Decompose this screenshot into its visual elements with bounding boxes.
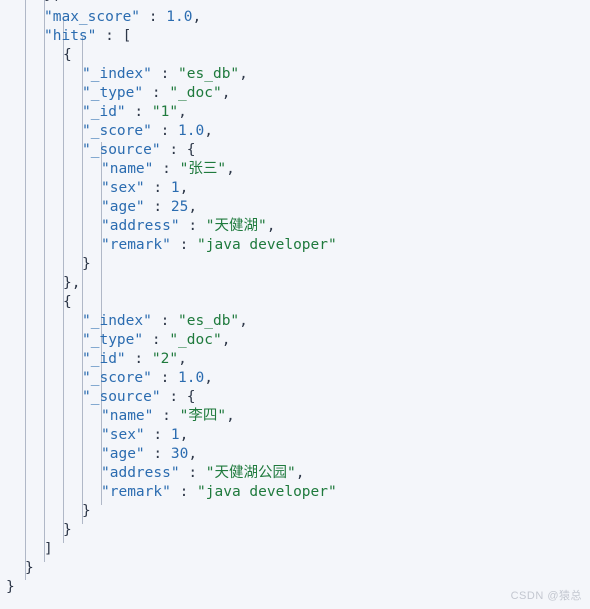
code-line[interactable]: "max_score" : 1.0,	[0, 8, 590, 27]
code-line[interactable]: }	[0, 502, 590, 521]
code-line[interactable]: "age" : 25,	[0, 198, 590, 217]
code-line[interactable]: "sex" : 1,	[0, 179, 590, 198]
code-line[interactable]: "_id" : "2",	[0, 350, 590, 369]
code-line[interactable]: "_type" : "_doc",	[0, 331, 590, 350]
code-line[interactable]: },	[0, 274, 590, 293]
code-line[interactable]: {	[0, 293, 590, 312]
code-line[interactable]: "_source" : {	[0, 388, 590, 407]
code-line[interactable]: "_type" : "_doc",	[0, 84, 590, 103]
code-line[interactable]: "name" : "张三",	[0, 160, 590, 179]
code-line[interactable]: "remark" : "java developer"	[0, 236, 590, 255]
code-line[interactable]: },	[0, 0, 590, 8]
code-line[interactable]: "address" : "天健湖公园",	[0, 464, 590, 483]
code-line[interactable]: }	[0, 559, 590, 578]
code-line[interactable]: "address" : "天健湖",	[0, 217, 590, 236]
csdn-watermark: CSDN @猿总	[510, 590, 582, 602]
code-line[interactable]: "age" : 30,	[0, 445, 590, 464]
code-line[interactable]: }	[0, 521, 590, 540]
json-code-viewer[interactable]: },"max_score" : 1.0,"hits" : [{"_index" …	[0, 0, 590, 609]
code-line[interactable]: "name" : "李四",	[0, 407, 590, 426]
code-line[interactable]: "_index" : "es_db",	[0, 65, 590, 84]
code-line[interactable]: "_source" : {	[0, 141, 590, 160]
code-line[interactable]: {	[0, 46, 590, 65]
code-line[interactable]: "hits" : [	[0, 27, 590, 46]
code-line[interactable]: }	[0, 255, 590, 274]
code-line[interactable]: "_score" : 1.0,	[0, 369, 590, 388]
code-line[interactable]: "_index" : "es_db",	[0, 312, 590, 331]
code-content[interactable]: },"max_score" : 1.0,"hits" : [{"_index" …	[0, 0, 590, 597]
code-line[interactable]: }	[0, 578, 590, 597]
code-line[interactable]: "sex" : 1,	[0, 426, 590, 445]
code-line[interactable]: "remark" : "java developer"	[0, 483, 590, 502]
code-line[interactable]: ]	[0, 540, 590, 559]
code-line[interactable]: "_score" : 1.0,	[0, 122, 590, 141]
code-line[interactable]: "_id" : "1",	[0, 103, 590, 122]
